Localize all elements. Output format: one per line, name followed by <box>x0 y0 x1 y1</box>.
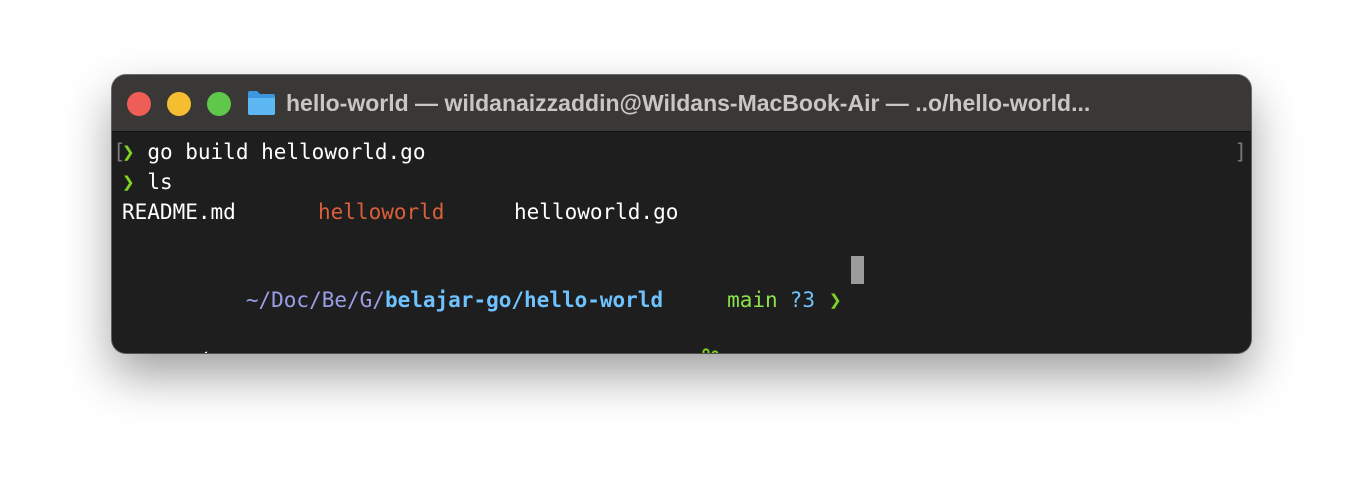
window-title: hello-world — wildanaizzaddin@Wildans-Ma… <box>286 90 1091 116</box>
prompt-chevron: ❯ <box>828 288 842 312</box>
ls-entry-helloworld-go: helloworld.go <box>514 200 679 224</box>
path-prefix: ~/Doc/Be/G/ <box>245 288 385 312</box>
prompt-chevron: ❯ <box>122 170 135 194</box>
folder-open-icon <box>218 285 246 353</box>
minimize-button[interactable] <box>167 92 191 116</box>
title-bar[interactable]: hello-world — wildanaizzaddin@Wildans-Ma… <box>112 75 1251 132</box>
command-text: go build helloworld.go <box>147 140 426 164</box>
command-line-2: ❯ ls <box>122 167 173 197</box>
zoom-button[interactable] <box>207 92 231 116</box>
terminal-content[interactable]: [ ] ❯ go build helloworld.go ❯ ls README… <box>112 132 1251 353</box>
github-octocat-icon <box>677 285 701 353</box>
apple-icon <box>196 285 218 353</box>
git-branch-name: main <box>727 288 778 312</box>
prompt-chevron: ❯ <box>122 140 135 164</box>
folder-icon <box>247 89 276 116</box>
mark-bracket-right: ] <box>1234 140 1247 164</box>
ls-entry-readme: README.md <box>122 200 236 224</box>
command-line-1: ❯ go build helloworld.go <box>122 137 425 167</box>
path-current: belajar-go/hello-world <box>384 288 664 312</box>
text-cursor <box>851 256 864 284</box>
git-status: ?3 <box>789 288 815 312</box>
git-branch-icon <box>701 285 727 353</box>
prompt-line: ~/Doc/Be/G/belajar-go/hello-world main ?3… <box>120 255 842 353</box>
command-text: ls <box>147 170 173 194</box>
ls-entry-helloworld: helloworld <box>318 200 445 224</box>
terminal-window: hello-world — wildanaizzaddin@Wildans-Ma… <box>112 75 1251 353</box>
close-button[interactable] <box>127 92 151 116</box>
